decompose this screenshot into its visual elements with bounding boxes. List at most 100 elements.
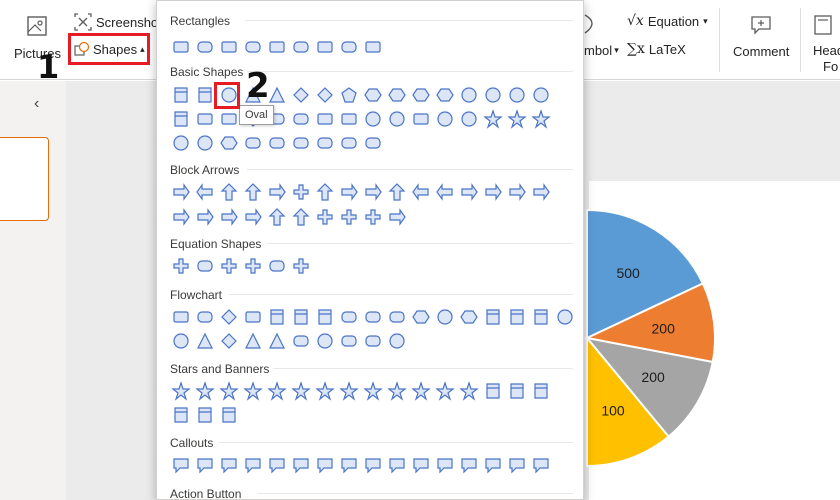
shape-option[interactable] xyxy=(243,182,263,202)
shape-option[interactable] xyxy=(363,207,383,227)
shape-option[interactable] xyxy=(267,133,287,153)
shape-option[interactable] xyxy=(195,85,215,105)
shape-option[interactable] xyxy=(267,85,287,105)
shape-option[interactable] xyxy=(195,256,215,276)
shape-option[interactable] xyxy=(195,207,215,227)
shape-option[interactable] xyxy=(507,85,527,105)
shape-option[interactable] xyxy=(363,85,383,105)
shape-option[interactable] xyxy=(171,331,191,351)
shape-option[interactable] xyxy=(219,133,239,153)
shape-option[interactable] xyxy=(219,455,239,475)
shape-option[interactable] xyxy=(339,133,359,153)
shape-option[interactable] xyxy=(507,455,527,475)
shape-option[interactable] xyxy=(531,381,551,401)
shape-option[interactable] xyxy=(411,85,431,105)
shape-option[interactable] xyxy=(267,37,287,57)
shape-option[interactable] xyxy=(195,307,215,327)
shape-option[interactable] xyxy=(315,331,335,351)
shape-option[interactable] xyxy=(339,307,359,327)
shape-option[interactable] xyxy=(483,381,503,401)
shape-option[interactable] xyxy=(243,207,263,227)
shape-option[interactable] xyxy=(243,133,263,153)
shape-option[interactable] xyxy=(219,331,239,351)
shape-option[interactable] xyxy=(291,207,311,227)
shape-option[interactable] xyxy=(507,182,527,202)
shape-option[interactable] xyxy=(195,133,215,153)
shape-option[interactable] xyxy=(171,37,191,57)
shape-option[interactable] xyxy=(459,381,479,401)
shape-option[interactable] xyxy=(363,182,383,202)
chevron-left-icon[interactable]: ‹ xyxy=(34,95,39,113)
shape-option[interactable] xyxy=(291,133,311,153)
shape-option[interactable] xyxy=(411,381,431,401)
symbol-button[interactable]: mbol ▾ xyxy=(584,43,619,58)
shape-option[interactable] xyxy=(243,307,263,327)
shape-option[interactable] xyxy=(219,109,239,129)
slide-thumbnail[interactable] xyxy=(0,137,49,221)
shape-option[interactable] xyxy=(435,381,455,401)
shape-option[interactable] xyxy=(195,182,215,202)
shape-option[interactable] xyxy=(171,207,191,227)
shape-option[interactable] xyxy=(291,109,311,129)
shape-option[interactable] xyxy=(195,331,215,351)
shape-option[interactable] xyxy=(315,207,335,227)
shape-option[interactable] xyxy=(339,109,359,129)
shape-option[interactable] xyxy=(387,331,407,351)
shape-option[interactable] xyxy=(507,307,527,327)
latex-button[interactable]: ∑x LaTeX xyxy=(627,41,686,57)
shape-option[interactable] xyxy=(219,405,239,425)
shape-option[interactable] xyxy=(387,207,407,227)
shape-option[interactable] xyxy=(339,381,359,401)
shape-option[interactable] xyxy=(363,455,383,475)
shape-option[interactable] xyxy=(195,381,215,401)
shape-option[interactable] xyxy=(291,455,311,475)
shape-option[interactable] xyxy=(411,455,431,475)
shape-option[interactable] xyxy=(459,455,479,475)
shape-option[interactable] xyxy=(171,381,191,401)
shape-option[interactable] xyxy=(315,133,335,153)
shape-option[interactable] xyxy=(291,37,311,57)
shape-option[interactable] xyxy=(219,381,239,401)
shape-option[interactable] xyxy=(531,307,551,327)
shape-option[interactable] xyxy=(363,307,383,327)
shape-option[interactable] xyxy=(435,109,455,129)
shape-option[interactable] xyxy=(339,37,359,57)
shape-option[interactable] xyxy=(267,182,287,202)
shape-option[interactable] xyxy=(555,307,575,327)
shape-option[interactable] xyxy=(195,37,215,57)
shape-option[interactable] xyxy=(387,381,407,401)
shape-option[interactable] xyxy=(171,182,191,202)
shape-option[interactable] xyxy=(459,109,479,129)
shape-option[interactable] xyxy=(387,182,407,202)
shape-option[interactable] xyxy=(315,37,335,57)
shape-option[interactable] xyxy=(291,256,311,276)
shape-option[interactable] xyxy=(195,455,215,475)
shape-option[interactable] xyxy=(315,381,335,401)
shape-option[interactable] xyxy=(387,109,407,129)
shape-option[interactable] xyxy=(267,331,287,351)
shape-option[interactable] xyxy=(387,455,407,475)
shape-option[interactable] xyxy=(219,307,239,327)
shape-option[interactable] xyxy=(483,109,503,129)
shape-option[interactable] xyxy=(291,182,311,202)
shape-option[interactable] xyxy=(507,381,527,401)
shape-option[interactable] xyxy=(411,182,431,202)
shape-option[interactable] xyxy=(315,455,335,475)
shape-option[interactable] xyxy=(243,455,263,475)
shape-option[interactable] xyxy=(411,307,431,327)
shape-option[interactable] xyxy=(219,207,239,227)
shape-option[interactable] xyxy=(435,85,455,105)
shape-option[interactable] xyxy=(363,381,383,401)
shape-option[interactable] xyxy=(483,455,503,475)
shape-option[interactable] xyxy=(363,331,383,351)
shape-option[interactable] xyxy=(291,331,311,351)
shape-option[interactable] xyxy=(483,85,503,105)
shape-option[interactable] xyxy=(195,405,215,425)
shape-option[interactable] xyxy=(243,331,263,351)
shape-option[interactable] xyxy=(243,381,263,401)
shape-option[interactable] xyxy=(195,109,215,129)
shape-option[interactable] xyxy=(531,182,551,202)
shape-option[interactable] xyxy=(219,256,239,276)
shape-option[interactable] xyxy=(219,182,239,202)
shape-option[interactable] xyxy=(435,455,455,475)
